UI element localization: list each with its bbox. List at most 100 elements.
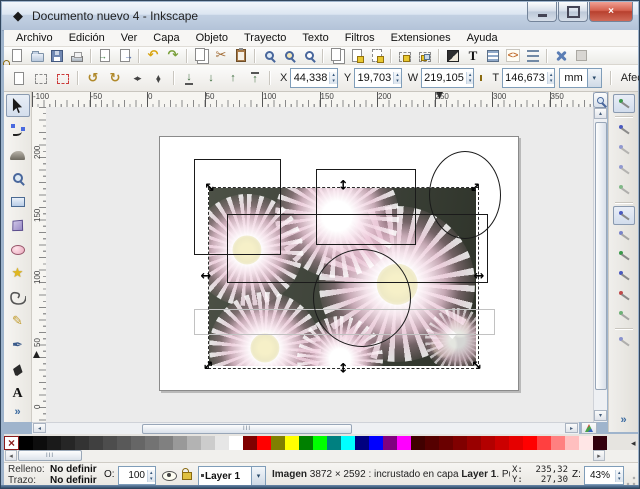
- deselect-button[interactable]: [52, 67, 74, 89]
- snap-bbox-corners-button[interactable]: [613, 160, 635, 179]
- selector-tool[interactable]: [5, 94, 30, 117]
- scroll-down-button[interactable]: ▾: [594, 410, 607, 421]
- pencil-tool[interactable]: ✎: [6, 310, 30, 333]
- layer-lock-icon[interactable]: [182, 468, 192, 480]
- toolbox-overflow-chevron[interactable]: »: [14, 406, 20, 418]
- palette-swatch[interactable]: [551, 435, 565, 450]
- palette-swatch[interactable]: [383, 435, 397, 450]
- menu-item[interactable]: Filtros: [337, 31, 383, 45]
- snap-cusp-nodes-button[interactable]: [613, 266, 635, 285]
- palette-swatch[interactable]: [299, 435, 313, 450]
- layers-dialog-button[interactable]: [483, 47, 503, 64]
- minimize-button[interactable]: [527, 2, 557, 22]
- palette-swatch[interactable]: [565, 435, 579, 450]
- sticky-zoom-button[interactable]: [593, 92, 608, 108]
- palette-swatch[interactable]: [327, 435, 341, 450]
- text-tool[interactable]: A: [6, 382, 30, 405]
- flip-vertical-button[interactable]: ◂▸: [148, 67, 170, 89]
- scale-handle-w[interactable]: ↔: [198, 269, 214, 285]
- ungroup-button[interactable]: [415, 47, 435, 64]
- menu-item[interactable]: Texto: [294, 31, 336, 45]
- palette-scrollbar[interactable]: ◂ III ▸: [4, 450, 638, 462]
- palette-swatch[interactable]: [285, 435, 299, 450]
- palette-swatch[interactable]: [453, 435, 467, 450]
- rectangle-tool[interactable]: [6, 190, 30, 213]
- palette-swatch[interactable]: [103, 435, 117, 450]
- palette-swatch[interactable]: [313, 435, 327, 450]
- palette-swatch[interactable]: [593, 435, 607, 450]
- palette-swatch[interactable]: [341, 435, 355, 450]
- palette-swatch[interactable]: [523, 435, 537, 450]
- vertical-scrollbar[interactable]: ▴ ▾: [593, 92, 607, 422]
- palette-swatch[interactable]: [75, 435, 89, 450]
- snap-nodes-button[interactable]: [612, 206, 635, 225]
- palette-scroll-handle[interactable]: III: [18, 450, 82, 461]
- palette-swatch[interactable]: [201, 435, 215, 450]
- palette-swatch[interactable]: [131, 435, 145, 450]
- scroll-up-button[interactable]: ▴: [594, 108, 607, 119]
- palette-swatch[interactable]: [159, 435, 173, 450]
- h-input[interactable]: 146,673 ▴ ▾: [502, 68, 556, 88]
- fill-value[interactable]: No definir: [50, 464, 97, 475]
- copy-button[interactable]: [191, 47, 211, 64]
- menu-item[interactable]: Objeto: [188, 31, 236, 45]
- maximize-button[interactable]: [558, 2, 588, 22]
- lower-button[interactable]: ↓: [200, 67, 222, 89]
- zoom-page-button[interactable]: [299, 47, 319, 64]
- print-button[interactable]: [67, 47, 87, 64]
- menu-item[interactable]: Archivo: [8, 31, 61, 45]
- palette-swatch[interactable]: [19, 435, 33, 450]
- canvas[interactable]: ↔ ↔ ↔ ↔ ↔ ↔ ↔ ↔: [46, 107, 593, 422]
- close-button[interactable]: ×: [589, 2, 633, 22]
- palette-swatch[interactable]: [271, 435, 285, 450]
- import-button[interactable]: →: [95, 47, 115, 64]
- spiral-tool[interactable]: [6, 286, 30, 309]
- snap-path-intersections-button[interactable]: [613, 246, 635, 265]
- palette-swatch[interactable]: [145, 435, 159, 450]
- save-button[interactable]: [47, 47, 67, 64]
- vertical-scroll-handle[interactable]: [595, 122, 607, 390]
- palette-swatch[interactable]: [47, 435, 61, 450]
- palette-swatch[interactable]: [537, 435, 551, 450]
- create-clone-button[interactable]: [347, 47, 367, 64]
- palette-swatch[interactable]: [355, 435, 369, 450]
- palette-swatch[interactable]: [33, 435, 47, 450]
- palette-scroll-left-button[interactable]: ◂: [5, 450, 17, 461]
- snapbar-overflow-chevron[interactable]: »: [620, 414, 626, 426]
- flip-horizontal-button[interactable]: ◂▸: [126, 67, 148, 89]
- paste-button[interactable]: [231, 47, 251, 64]
- palette-scroll-right-arrow[interactable]: ◂: [631, 438, 638, 449]
- menu-item[interactable]: Ayuda: [459, 31, 506, 45]
- node-editor-tool[interactable]: [6, 118, 30, 141]
- open-button[interactable]: [27, 47, 47, 64]
- palette-swatch[interactable]: [215, 435, 229, 450]
- palette-swatch[interactable]: [579, 435, 593, 450]
- unlink-clone-button[interactable]: [367, 47, 387, 64]
- palette-swatch[interactable]: [411, 435, 425, 450]
- redo-button[interactable]: ↷: [163, 47, 183, 64]
- palette-swatch[interactable]: [439, 435, 453, 450]
- lock-ratio-icon[interactable]: [480, 75, 483, 81]
- x-input[interactable]: 44,338 ▴ ▾: [290, 68, 338, 88]
- zoom-selection-button[interactable]: [259, 47, 279, 64]
- color-managed-display-button[interactable]: [581, 422, 597, 434]
- palette-swatch[interactable]: [61, 435, 75, 450]
- opacity-input[interactable]: 100 ▴ ▾: [118, 466, 156, 485]
- scale-handle-s[interactable]: ↔: [334, 360, 350, 376]
- palette-swatch[interactable]: [369, 435, 383, 450]
- calligraphy-tool[interactable]: [6, 358, 30, 381]
- rotate-cw-button[interactable]: ↻: [104, 67, 126, 89]
- zoom-input[interactable]: 43% ▴ ▾: [584, 466, 624, 485]
- raise-button[interactable]: ↑: [222, 67, 244, 89]
- layer-visibility-icon[interactable]: [162, 471, 177, 481]
- w-input[interactable]: 219,105 ▴ ▾: [421, 68, 475, 88]
- palette-scroll-right-button[interactable]: ▸: [593, 450, 605, 461]
- preferences-button[interactable]: [551, 47, 571, 64]
- snap-page-border-button[interactable]: [613, 332, 635, 351]
- menu-item[interactable]: Edición: [61, 31, 113, 45]
- snap-smooth-nodes-button[interactable]: [613, 286, 635, 305]
- star-tool[interactable]: ★: [6, 262, 30, 285]
- export-button[interactable]: →: [115, 47, 135, 64]
- zoom-drawing-button[interactable]: [279, 47, 299, 64]
- snap-bbox-midpoints-button[interactable]: [613, 180, 635, 199]
